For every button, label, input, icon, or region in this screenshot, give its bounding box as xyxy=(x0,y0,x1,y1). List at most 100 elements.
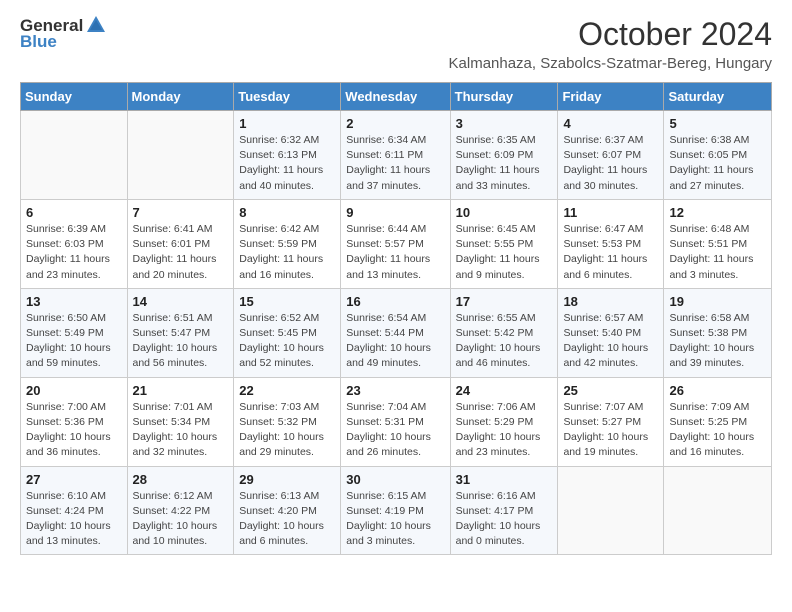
calendar-cell: 24 Sunrise: 7:06 AMSunset: 5:29 PMDayligh… xyxy=(450,377,558,466)
day-info: Sunrise: 6:34 AMSunset: 6:11 PMDaylight:… xyxy=(346,133,444,194)
calendar-cell: 11Sunrise: 6:47 AMSunset: 5:53 PMDayligh… xyxy=(558,199,664,288)
day-number: 31 xyxy=(456,472,553,487)
calendar-cell: 30 Sunrise: 6:15 AMSunset: 4:19 PMDayligh… xyxy=(341,466,450,555)
col-monday: Monday xyxy=(127,83,234,111)
day-number: 14 xyxy=(133,294,229,309)
calendar-cell: 31 Sunrise: 6:16 AMSunset: 4:17 PMDayligh… xyxy=(450,466,558,555)
day-info: Sunrise: 6:15 AMSunset: 4:19 PMDaylight:… xyxy=(346,489,444,550)
day-info: Sunrise: 6:39 AMSunset: 6:03 PMDaylight:… xyxy=(26,222,122,283)
day-number: 29 xyxy=(239,472,335,487)
calendar-cell: 20Sunrise: 7:00 AMSunset: 5:36 PMDayligh… xyxy=(21,377,128,466)
day-number: 27 xyxy=(26,472,122,487)
calendar-cell: 7Sunrise: 6:41 AMSunset: 6:01 PMDaylight… xyxy=(127,199,234,288)
calendar-cell: 19Sunrise: 6:58 AMSunset: 5:38 PMDayligh… xyxy=(664,288,772,377)
calendar-cell: 29 Sunrise: 6:13 AMSunset: 4:20 PMDayligh… xyxy=(234,466,341,555)
day-number: 25 xyxy=(563,383,658,398)
day-info: Sunrise: 7:01 AMSunset: 5:34 PMDaylight:… xyxy=(133,400,229,461)
calendar-cell: 1Sunrise: 6:32 AMSunset: 6:13 PMDaylight… xyxy=(234,111,341,200)
day-info: Sunrise: 7:07 AMSunset: 5:27 PMDaylight:… xyxy=(563,400,658,461)
calendar-cell: 26 Sunrise: 7:09 AMSunset: 5:25 PMDayligh… xyxy=(664,377,772,466)
calendar-cell xyxy=(21,111,128,200)
calendar-cell: 23 Sunrise: 7:04 AMSunset: 5:31 PMDayligh… xyxy=(341,377,450,466)
day-info: Sunrise: 6:57 AMSunset: 5:40 PMDaylight:… xyxy=(563,311,658,372)
day-number: 4 xyxy=(563,116,658,131)
day-info: Sunrise: 7:00 AMSunset: 5:36 PMDaylight:… xyxy=(26,400,122,461)
day-number: 13 xyxy=(26,294,122,309)
calendar-cell: 28 Sunrise: 6:12 AMSunset: 4:22 PMDayligh… xyxy=(127,466,234,555)
calendar-cell: 13 Sunrise: 6:50 AMSunset: 5:49 PMDayligh… xyxy=(21,288,128,377)
calendar-cell: 25 Sunrise: 7:07 AMSunset: 5:27 PMDayligh… xyxy=(558,377,664,466)
day-number: 6 xyxy=(26,205,122,220)
calendar-cell: 8Sunrise: 6:42 AMSunset: 5:59 PMDaylight… xyxy=(234,199,341,288)
day-number: 24 xyxy=(456,383,553,398)
day-info: Sunrise: 6:12 AMSunset: 4:22 PMDaylight:… xyxy=(133,489,229,550)
calendar-cell: 17 Sunrise: 6:55 AMSunset: 5:42 PMDayligh… xyxy=(450,288,558,377)
day-number: 5 xyxy=(669,116,766,131)
logo-icon xyxy=(85,14,107,36)
title-area: October 2024 Kalmanhaza, Szabolcs-Szatma… xyxy=(449,16,772,72)
calendar-cell: 14 Sunrise: 6:51 AMSunset: 5:47 PMDayligh… xyxy=(127,288,234,377)
calendar-week-4: 20Sunrise: 7:00 AMSunset: 5:36 PMDayligh… xyxy=(21,377,772,466)
col-friday: Friday xyxy=(558,83,664,111)
logo-blue: Blue xyxy=(20,32,57,52)
day-info: Sunrise: 6:44 AMSunset: 5:57 PMDaylight:… xyxy=(346,222,444,283)
header: General Blue October 2024 Kalmanhaza, Sz… xyxy=(20,16,772,72)
day-number: 28 xyxy=(133,472,229,487)
day-number: 3 xyxy=(456,116,553,131)
calendar-week-5: 27Sunrise: 6:10 AMSunset: 4:24 PMDayligh… xyxy=(21,466,772,555)
calendar-cell: 9Sunrise: 6:44 AMSunset: 5:57 PMDaylight… xyxy=(341,199,450,288)
logo: General Blue xyxy=(20,16,107,52)
calendar-week-2: 6 Sunrise: 6:39 AMSunset: 6:03 PMDaylight… xyxy=(21,199,772,288)
day-info: Sunrise: 6:32 AMSunset: 6:13 PMDaylight:… xyxy=(239,133,335,194)
day-number: 23 xyxy=(346,383,444,398)
calendar-cell: 21 Sunrise: 7:01 AMSunset: 5:34 PMDayligh… xyxy=(127,377,234,466)
day-number: 30 xyxy=(346,472,444,487)
calendar-cell: 27Sunrise: 6:10 AMSunset: 4:24 PMDayligh… xyxy=(21,466,128,555)
col-sunday: Sunday xyxy=(21,83,128,111)
calendar-week-1: 1Sunrise: 6:32 AMSunset: 6:13 PMDaylight… xyxy=(21,111,772,200)
location-title: Kalmanhaza, Szabolcs-Szatmar-Bereg, Hung… xyxy=(449,55,772,72)
col-saturday: Saturday xyxy=(664,83,772,111)
calendar-cell: 18 Sunrise: 6:57 AMSunset: 5:40 PMDayligh… xyxy=(558,288,664,377)
calendar-cell: 5Sunrise: 6:38 AMSunset: 6:05 PMDaylight… xyxy=(664,111,772,200)
day-number: 15 xyxy=(239,294,335,309)
calendar-cell: 10Sunrise: 6:45 AMSunset: 5:55 PMDayligh… xyxy=(450,199,558,288)
calendar-cell xyxy=(127,111,234,200)
day-info: Sunrise: 6:16 AMSunset: 4:17 PMDaylight:… xyxy=(456,489,553,550)
day-info: Sunrise: 6:37 AMSunset: 6:07 PMDaylight:… xyxy=(563,133,658,194)
day-info: Sunrise: 6:13 AMSunset: 4:20 PMDaylight:… xyxy=(239,489,335,550)
day-info: Sunrise: 6:55 AMSunset: 5:42 PMDaylight:… xyxy=(456,311,553,372)
day-number: 16 xyxy=(346,294,444,309)
day-info: Sunrise: 7:04 AMSunset: 5:31 PMDaylight:… xyxy=(346,400,444,461)
day-info: Sunrise: 6:50 AMSunset: 5:49 PMDaylight:… xyxy=(26,311,122,372)
day-number: 7 xyxy=(133,205,229,220)
day-info: Sunrise: 6:54 AMSunset: 5:44 PMDaylight:… xyxy=(346,311,444,372)
day-number: 26 xyxy=(669,383,766,398)
day-number: 17 xyxy=(456,294,553,309)
day-number: 12 xyxy=(669,205,766,220)
calendar-cell: 3Sunrise: 6:35 AMSunset: 6:09 PMDaylight… xyxy=(450,111,558,200)
day-info: Sunrise: 6:48 AMSunset: 5:51 PMDaylight:… xyxy=(669,222,766,283)
calendar-cell: 22Sunrise: 7:03 AMSunset: 5:32 PMDayligh… xyxy=(234,377,341,466)
calendar-header-row: Sunday Monday Tuesday Wednesday Thursday… xyxy=(21,83,772,111)
day-info: Sunrise: 6:51 AMSunset: 5:47 PMDaylight:… xyxy=(133,311,229,372)
calendar-cell: 12 Sunrise: 6:48 AMSunset: 5:51 PMDayligh… xyxy=(664,199,772,288)
calendar-cell xyxy=(558,466,664,555)
month-title: October 2024 xyxy=(449,16,772,53)
col-wednesday: Wednesday xyxy=(341,83,450,111)
calendar-cell: 15Sunrise: 6:52 AMSunset: 5:45 PMDayligh… xyxy=(234,288,341,377)
day-info: Sunrise: 6:47 AMSunset: 5:53 PMDaylight:… xyxy=(563,222,658,283)
col-thursday: Thursday xyxy=(450,83,558,111)
calendar-table: Sunday Monday Tuesday Wednesday Thursday… xyxy=(20,82,772,555)
day-info: Sunrise: 6:42 AMSunset: 5:59 PMDaylight:… xyxy=(239,222,335,283)
day-info: Sunrise: 7:09 AMSunset: 5:25 PMDaylight:… xyxy=(669,400,766,461)
calendar-cell: 2Sunrise: 6:34 AMSunset: 6:11 PMDaylight… xyxy=(341,111,450,200)
day-number: 22 xyxy=(239,383,335,398)
day-info: Sunrise: 7:06 AMSunset: 5:29 PMDaylight:… xyxy=(456,400,553,461)
calendar-cell: 6 Sunrise: 6:39 AMSunset: 6:03 PMDaylight… xyxy=(21,199,128,288)
day-number: 21 xyxy=(133,383,229,398)
day-info: Sunrise: 6:45 AMSunset: 5:55 PMDaylight:… xyxy=(456,222,553,283)
calendar-cell: 4 Sunrise: 6:37 AMSunset: 6:07 PMDaylight… xyxy=(558,111,664,200)
day-number: 18 xyxy=(563,294,658,309)
col-tuesday: Tuesday xyxy=(234,83,341,111)
